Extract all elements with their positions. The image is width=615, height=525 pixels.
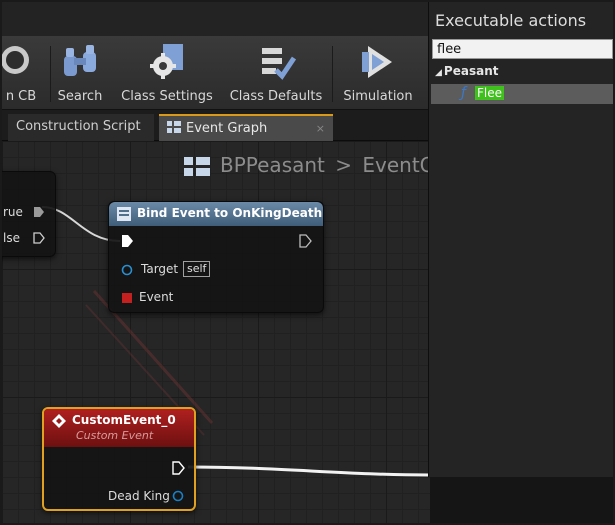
class-defaults-button[interactable]: Class Defaults [228, 42, 324, 106]
function-icon: ƒ [461, 85, 466, 101]
event-graph-canvas[interactable]: BPPeasant > EventG rue lse Bind Event to… [2, 141, 430, 523]
custom-event-node[interactable]: CustomEvent_0 Custom Event Dead King [42, 407, 196, 511]
tab-construction-script[interactable]: Construction Script [8, 114, 154, 141]
exec-output-pin[interactable] [33, 232, 45, 244]
false-pin-label: lse [3, 231, 20, 245]
graph-icon [167, 121, 181, 133]
toolbar: n CB Search Class Settings Class Default… [2, 36, 430, 110]
collapse-triangle-icon: ◢ [435, 68, 442, 78]
exec-output-pin[interactable] [33, 206, 45, 218]
document-tab-bar: Construction Script Event Graph × [2, 110, 430, 141]
target-self-value[interactable]: self [183, 261, 211, 277]
panel-title: Executable actions [435, 11, 587, 30]
node-header: CustomEvent_0 Custom Event [44, 409, 194, 447]
exec-wire [187, 465, 430, 477]
toolbar-separator [332, 46, 333, 102]
binoculars-icon [64, 45, 96, 76]
action-item-flee[interactable]: ƒ Flee [431, 84, 613, 104]
browse-cb-button[interactable]: n CB [2, 42, 46, 106]
node-header: Bind Event to OnKingDeath [109, 202, 323, 226]
category-peasant[interactable]: ◢ Peasant [435, 64, 498, 78]
node-title: CustomEvent_0 [72, 413, 176, 427]
simulation-button[interactable]: Simulation [340, 42, 416, 106]
exec-output-pin[interactable] [172, 461, 185, 475]
toolbar-separator [50, 46, 51, 102]
dead-king-pin-label: Dead King [108, 489, 170, 503]
toolbar-label: Class Defaults [229, 89, 323, 104]
tab-label: Event Graph [186, 121, 268, 136]
function-node-icon [117, 207, 131, 221]
exec-output-pin[interactable] [299, 234, 312, 248]
executable-actions-panel: Executable actions ◢Peasant ƒ Flee [428, 2, 613, 477]
target-pin[interactable] [121, 264, 133, 276]
action-item-label: Flee [475, 86, 505, 100]
search-button[interactable]: Search [54, 42, 106, 106]
bind-event-node[interactable]: Bind Event to OnKingDeath Target self Ev… [108, 201, 324, 313]
tab-label: Construction Script [16, 119, 141, 134]
event-pin-label: Event [139, 290, 174, 304]
delegate-output-pin[interactable] [172, 490, 184, 502]
branch-node[interactable]: rue lse [2, 171, 56, 257]
toolbar-label: n CB [5, 89, 37, 104]
play-icon [362, 46, 392, 78]
target-pin-label: Target [141, 262, 179, 276]
title-strip [2, 2, 430, 36]
close-icon[interactable]: × [316, 122, 325, 135]
event-diamond-icon [52, 414, 66, 428]
tab-event-graph[interactable]: Event Graph × [159, 114, 333, 141]
browse-icon [2, 46, 29, 74]
checklist-icon [262, 48, 296, 80]
node-title: Bind Event to OnKingDeath [137, 206, 323, 220]
toolbar-label: Search [57, 89, 103, 104]
true-pin-label: rue [3, 205, 23, 219]
category-label: Peasant [443, 64, 499, 78]
toolbar-label: Class Settings [121, 89, 213, 104]
gear-icon [150, 44, 183, 79]
actions-search-input[interactable] [432, 39, 613, 59]
blueprint-editor-window: n CB Search Class Settings Class Default… [0, 0, 615, 525]
toolbar-label: Simulation [343, 89, 413, 104]
node-subtitle: Custom Event [76, 429, 154, 442]
event-delegate-pin[interactable] [121, 292, 133, 304]
exec-input-pin[interactable] [121, 234, 134, 248]
class-settings-button[interactable]: Class Settings [120, 42, 214, 106]
